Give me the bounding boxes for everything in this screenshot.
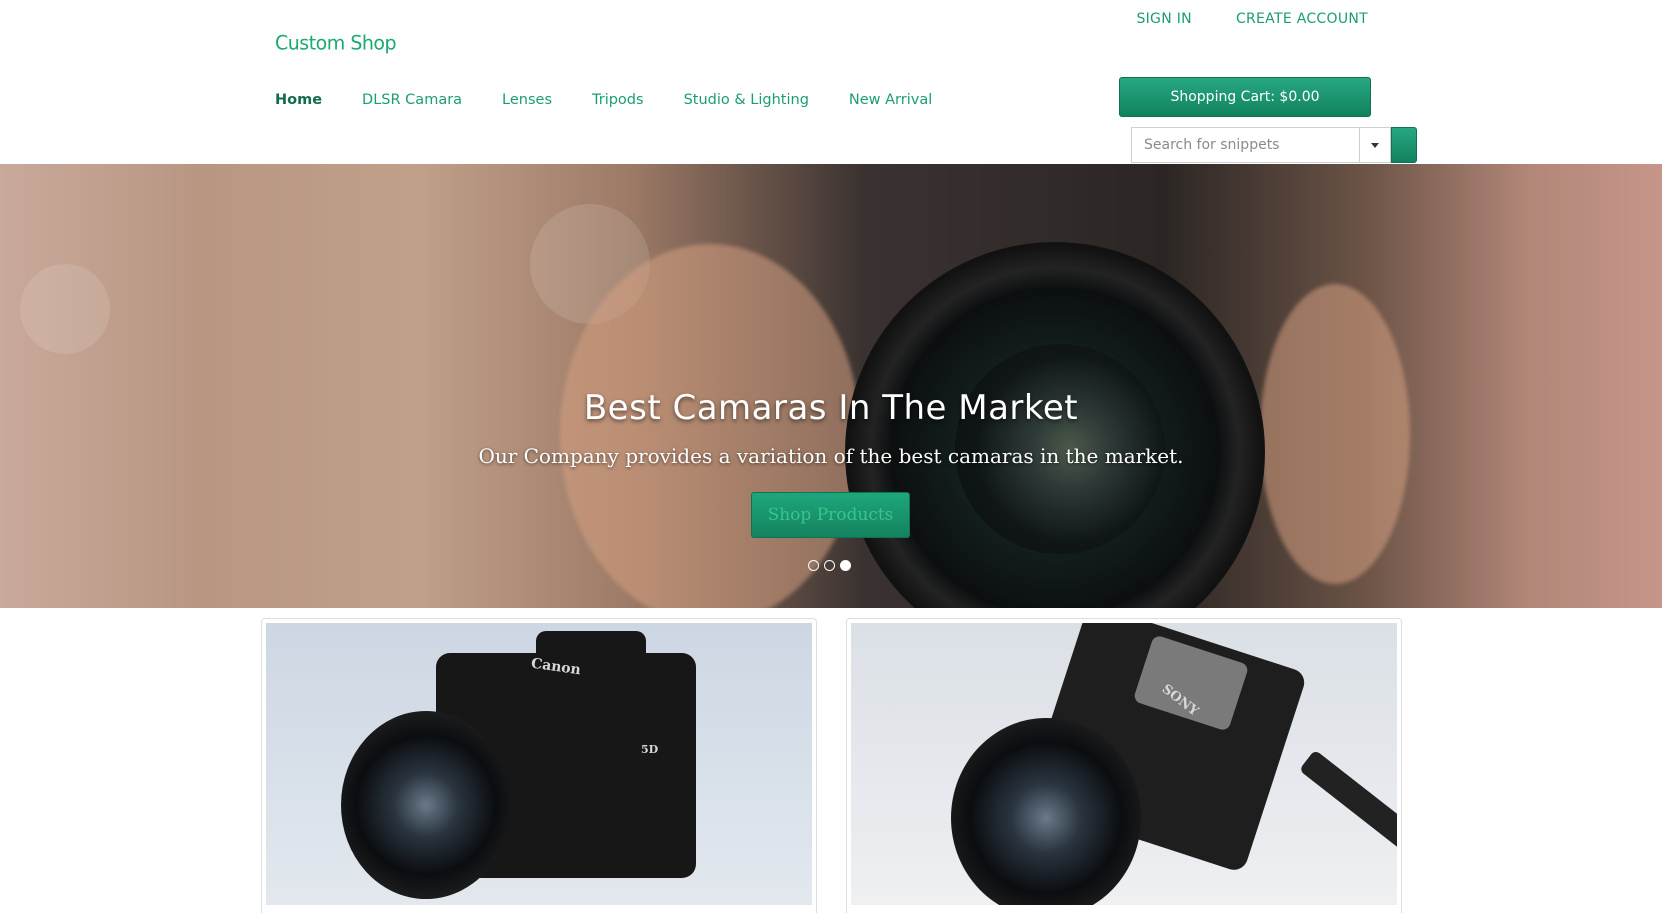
hero-subtitle: Our Company provides a variation of the … [478,444,1184,468]
product-card[interactable]: SONY [846,618,1402,913]
nav-item-home[interactable]: Home [275,92,322,108]
nav-item-lenses[interactable]: Lenses [502,92,552,108]
carousel-dot-1[interactable] [808,560,819,571]
product-image-sony[interactable]: SONY [851,623,1397,905]
hero-hand-right [1260,284,1410,584]
product-card[interactable]: Canon 5D [261,618,817,913]
product-image-canon[interactable]: Canon 5D [266,623,812,905]
nav-item-dslr-camera[interactable]: DLSR Camara [362,92,462,108]
search-button[interactable] [1391,127,1417,163]
nav-item-tripods[interactable]: Tripods [592,92,644,108]
camera-model-badge: 5D [641,743,659,756]
site-logo[interactable]: Custom Shop [275,31,397,54]
camera-lens [341,711,511,899]
carousel-dot-3[interactable] [840,560,851,571]
background-bokeh [20,264,110,354]
camera-strap [1298,749,1397,863]
carousel-dot-2[interactable] [824,560,835,571]
search-dropdown-toggle[interactable] [1359,127,1391,163]
hero-carousel: Best Camaras In The Market Our Company p… [0,164,1662,608]
create-account-link[interactable]: CREATE ACCOUNT [1236,11,1368,27]
account-links: SIGN IN CREATE ACCOUNT [1136,11,1368,27]
main-nav: Home DLSR Camara Lenses Tripods Studio &… [275,92,972,108]
shop-products-button[interactable]: Shop Products [751,492,910,538]
shopping-cart-button[interactable]: Shopping Cart: $0.00 [1119,77,1371,117]
nav-item-studio-lighting[interactable]: Studio & Lighting [684,92,809,108]
sign-in-link[interactable]: SIGN IN [1136,11,1192,27]
carousel-indicators [808,560,851,571]
search-input[interactable] [1131,127,1359,163]
hero-title: Best Camaras In The Market [583,388,1079,428]
caret-down-icon [1371,142,1379,148]
search-bar [1131,127,1417,163]
site-header: Custom Shop SIGN IN CREATE ACCOUNT Home … [0,0,1662,164]
nav-item-new-arrival[interactable]: New Arrival [849,92,932,108]
camera-lens [951,718,1141,905]
